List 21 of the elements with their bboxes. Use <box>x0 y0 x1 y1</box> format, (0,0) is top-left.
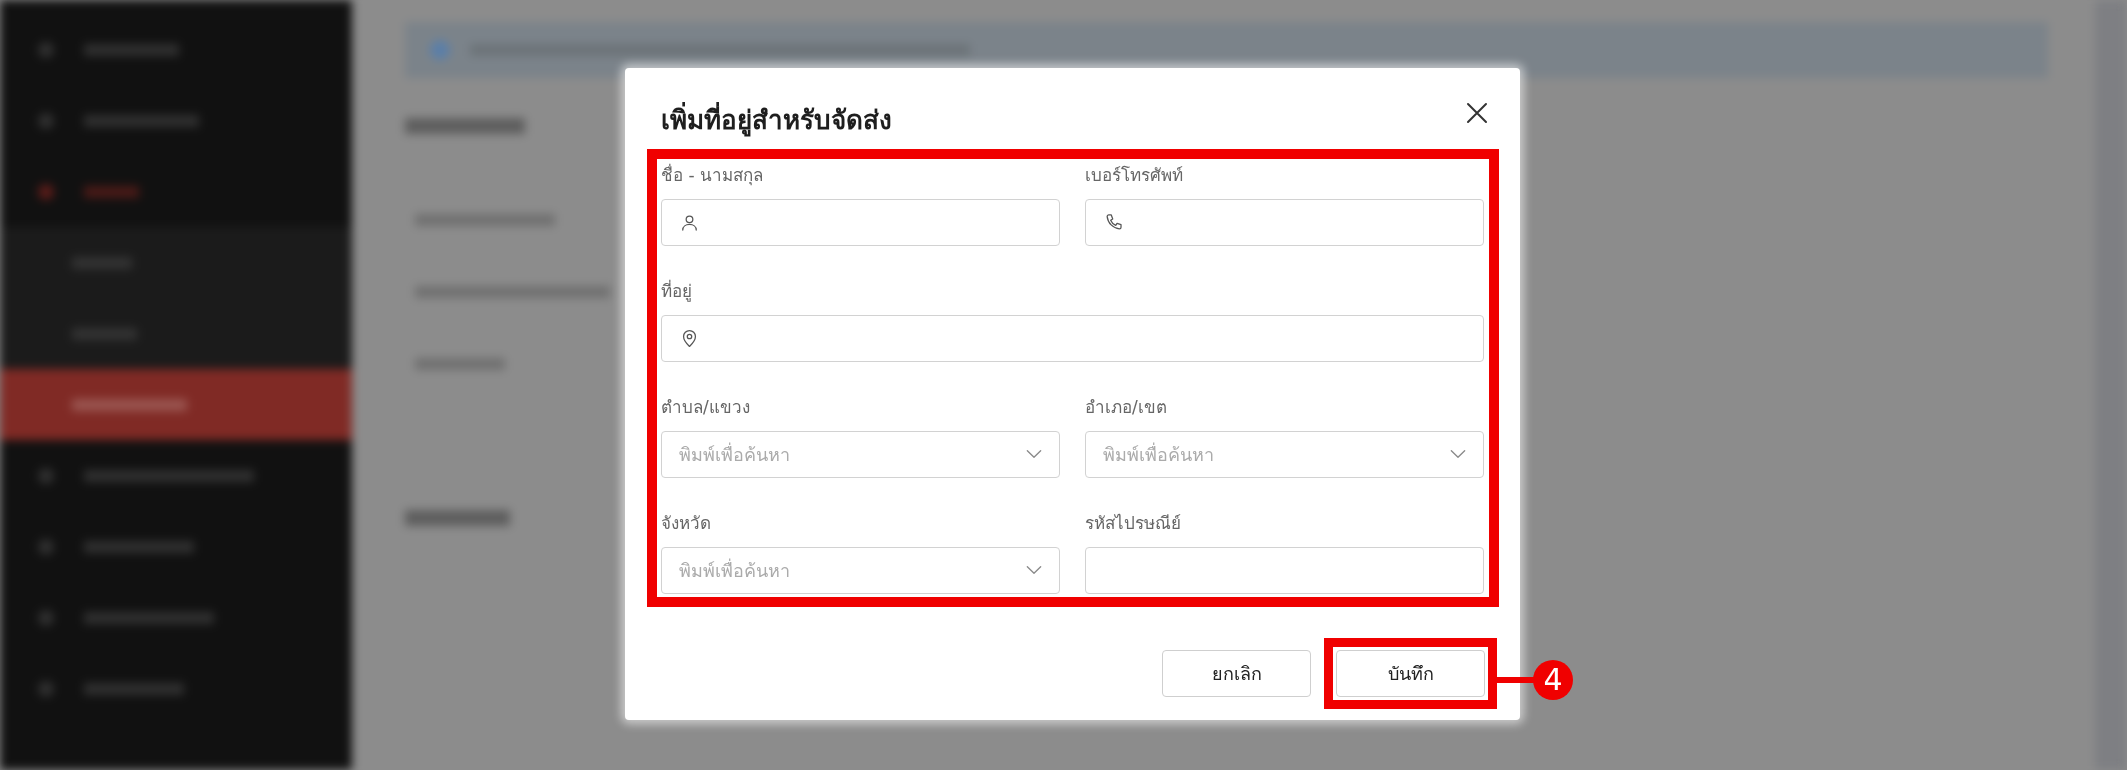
dialog-button[interactable]: บันทึก <box>1336 650 1485 697</box>
field-label: รหัสไปรษณีย์ <box>1085 512 1181 535</box>
field-label: ชื่อ - นามสกุล <box>661 163 763 187</box>
input-field[interactable] <box>1085 199 1484 246</box>
phone-icon <box>1104 213 1123 232</box>
field-label: เบอร์โทรศัพท์ <box>1085 164 1183 187</box>
dialog-title: เพิ่มที่อยู่สำหรับจัดส่ง <box>661 102 892 138</box>
dialog-button[interactable]: ยกเลิก <box>1162 650 1311 697</box>
input-field[interactable] <box>661 315 1484 362</box>
field-label: อำเภอ/เขต <box>1085 396 1167 419</box>
input-field[interactable] <box>661 199 1060 246</box>
user-icon <box>680 213 699 232</box>
field-label: ที่อยู่ <box>661 279 692 303</box>
field-label: จังหวัด <box>661 512 711 535</box>
dropdown-field[interactable]: พิมพ์เพื่อค้นหา <box>661 431 1060 478</box>
close-icon <box>1466 102 1488 124</box>
location-pin-icon <box>680 329 699 348</box>
dropdown-field[interactable]: พิมพ์เพื่อค้นหา <box>1085 431 1484 478</box>
dropdown-field[interactable]: พิมพ์เพื่อค้นหา <box>661 547 1060 594</box>
field-label: ตำบล/แขวง <box>661 396 750 419</box>
input-field[interactable] <box>1085 547 1484 594</box>
